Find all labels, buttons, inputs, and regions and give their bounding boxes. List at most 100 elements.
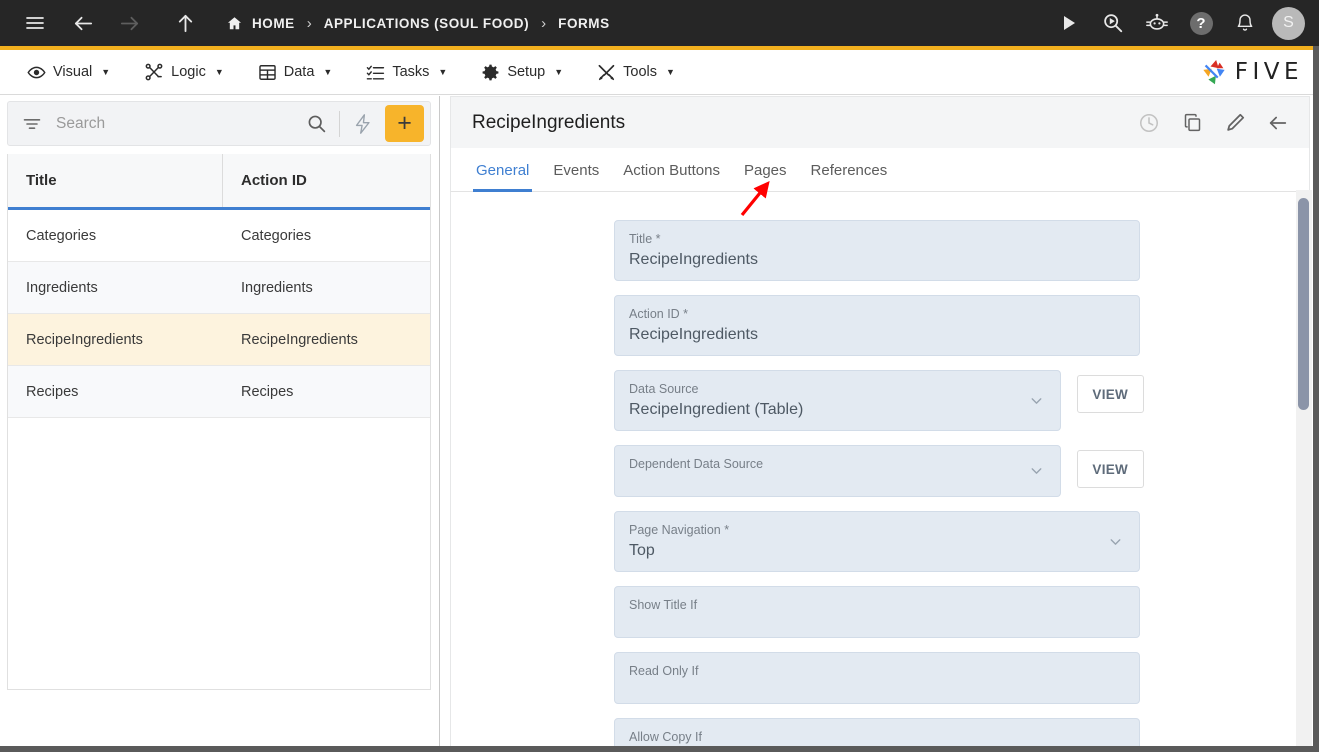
breadcrumb-home[interactable]: HOME xyxy=(226,15,295,32)
title-field-label: Title * xyxy=(629,232,1125,246)
run-icon[interactable] xyxy=(1052,6,1086,40)
menu-item-data-label: Data xyxy=(284,64,315,80)
tab-action-buttons-label: Action Buttons xyxy=(623,162,720,179)
nav-back-icon[interactable] xyxy=(66,6,100,40)
menu-item-data[interactable]: Data ▼ xyxy=(245,57,346,88)
user-avatar[interactable]: S xyxy=(1272,7,1305,40)
field-row-data-source: Data Source RecipeIngredient (Table) VIE… xyxy=(614,370,1144,431)
breadcrumb-home-label: HOME xyxy=(252,16,295,31)
page-navigation-label: Page Navigation * xyxy=(629,523,1125,537)
menu-item-visual-label: Visual xyxy=(53,64,92,80)
forms-list-panel: + Title Action ID Categories Categories … xyxy=(0,96,440,752)
cell-title: Ingredients xyxy=(8,280,223,296)
edit-pencil-icon[interactable] xyxy=(1220,108,1250,138)
field-row-allow-copy-if: Allow Copy If xyxy=(614,718,1144,746)
logic-nodes-icon xyxy=(144,62,164,82)
chevron-down-icon: ▼ xyxy=(666,67,675,77)
add-form-button[interactable]: + xyxy=(385,105,424,142)
page-title: RecipeIngredients xyxy=(472,112,625,134)
search-icon[interactable] xyxy=(299,107,333,141)
forms-grid-header: Title Action ID xyxy=(8,154,430,210)
breadcrumb-forms-label: FORMS xyxy=(558,16,610,31)
table-row-selected[interactable]: RecipeIngredients RecipeIngredients xyxy=(8,314,430,366)
chat-bot-icon[interactable] xyxy=(1140,6,1174,40)
read-only-if-field[interactable]: Read Only If xyxy=(614,652,1140,704)
detail-header: RecipeIngredients xyxy=(450,96,1310,148)
detail-tabs: General Events Action Buttons Pages Refe… xyxy=(450,148,1310,192)
nav-up-icon[interactable] xyxy=(168,6,202,40)
search-input[interactable] xyxy=(42,115,299,133)
filter-icon[interactable] xyxy=(22,114,42,134)
cell-action-id: Recipes xyxy=(223,384,430,400)
allow-copy-if-field[interactable]: Allow Copy If xyxy=(614,718,1140,746)
form-column: Title * RecipeIngredients Action ID * Re… xyxy=(614,220,1144,746)
copy-icon[interactable] xyxy=(1177,108,1207,138)
page-navigation-value: Top xyxy=(629,540,1125,562)
hamburger-menu-icon[interactable] xyxy=(18,6,52,40)
dependent-data-source-select[interactable]: Dependent Data Source xyxy=(614,445,1061,497)
action-id-field[interactable]: Action ID * RecipeIngredients xyxy=(614,295,1140,356)
back-arrow-icon[interactable] xyxy=(1263,108,1293,138)
tab-references-label: References xyxy=(811,162,888,179)
table-row[interactable]: Ingredients Ingredients xyxy=(8,262,430,314)
help-icon[interactable]: ? xyxy=(1184,6,1218,40)
menu-item-visual[interactable]: Visual ▼ xyxy=(14,57,123,88)
gear-icon xyxy=(481,63,500,82)
tab-events-label: Events xyxy=(553,162,599,179)
five-logo-text: FIVE xyxy=(1235,59,1303,85)
eye-icon xyxy=(27,63,46,82)
tab-general[interactable]: General xyxy=(464,162,541,191)
breadcrumb-forms[interactable]: FORMS xyxy=(558,16,610,31)
notifications-bell-icon[interactable] xyxy=(1228,6,1262,40)
data-source-value: RecipeIngredient (Table) xyxy=(629,399,1046,421)
application-menu-bar: Visual ▼ Logic ▼ Data ▼ Tasks ▼ xyxy=(0,50,1319,95)
breadcrumb-applications[interactable]: APPLICATIONS (SOUL FOOD) xyxy=(324,16,529,31)
field-row-read-only-if: Read Only If xyxy=(614,652,1144,704)
field-row-page-navigation: Page Navigation * Top xyxy=(614,511,1144,572)
tab-events[interactable]: Events xyxy=(541,162,611,191)
help-question-glyph: ? xyxy=(1190,12,1213,35)
column-header-action-id[interactable]: Action ID xyxy=(223,154,430,207)
data-source-view-button[interactable]: VIEW xyxy=(1077,375,1145,413)
menu-item-tasks-label: Tasks xyxy=(392,64,429,80)
tab-references[interactable]: References xyxy=(799,162,900,191)
field-row-action-id: Action ID * RecipeIngredients xyxy=(614,295,1144,356)
allow-copy-if-label: Allow Copy If xyxy=(629,730,1125,744)
chevron-down-icon: ▼ xyxy=(323,67,332,77)
page-navigation-select[interactable]: Page Navigation * Top xyxy=(614,511,1140,572)
menu-item-logic[interactable]: Logic ▼ xyxy=(131,56,237,88)
dependent-data-source-view-button[interactable]: VIEW xyxy=(1077,450,1145,488)
data-source-select[interactable]: Data Source RecipeIngredient (Table) xyxy=(614,370,1061,431)
table-row[interactable]: Categories Categories xyxy=(8,210,430,262)
five-logo: FIVE xyxy=(1199,57,1319,87)
field-row-title: Title * RecipeIngredients xyxy=(614,220,1144,281)
nav-forward-icon[interactable] xyxy=(112,6,146,40)
menu-item-tasks[interactable]: Tasks ▼ xyxy=(353,57,460,88)
show-title-if-field[interactable]: Show Title If xyxy=(614,586,1140,638)
dependent-data-source-label: Dependent Data Source xyxy=(629,457,1046,471)
table-row[interactable]: Recipes Recipes xyxy=(8,366,430,418)
general-form: Title * RecipeIngredients Action ID * Re… xyxy=(450,192,1310,746)
history-clock-icon[interactable] xyxy=(1134,108,1164,138)
menu-item-tools[interactable]: Tools ▼ xyxy=(584,57,688,88)
top-navigation-bar: HOME › APPLICATIONS (SOUL FOOD) › FORMS … xyxy=(0,0,1319,46)
tab-pages[interactable]: Pages xyxy=(732,162,799,191)
action-id-field-value: RecipeIngredients xyxy=(629,324,1125,346)
lightning-bolt-icon[interactable] xyxy=(346,107,380,141)
chevron-down-icon: ▼ xyxy=(101,67,110,77)
cell-title: Categories xyxy=(8,228,223,244)
tools-icon xyxy=(597,63,616,82)
menu-item-tools-label: Tools xyxy=(623,64,657,80)
field-row-dependent-data-source: Dependent Data Source VIEW xyxy=(614,445,1144,497)
read-only-if-label: Read Only If xyxy=(629,664,1125,678)
menu-item-setup[interactable]: Setup ▼ xyxy=(468,57,576,88)
five-logo-mark-icon xyxy=(1199,57,1229,87)
window-frame-right xyxy=(1313,46,1319,752)
search-app-icon[interactable] xyxy=(1096,6,1130,40)
home-icon xyxy=(226,15,243,32)
cell-action-id: RecipeIngredients xyxy=(223,332,430,348)
column-header-title[interactable]: Title xyxy=(8,154,223,207)
tab-action-buttons[interactable]: Action Buttons xyxy=(611,162,732,191)
form-scrollbar-thumb[interactable] xyxy=(1298,198,1309,410)
title-field[interactable]: Title * RecipeIngredients xyxy=(614,220,1140,281)
